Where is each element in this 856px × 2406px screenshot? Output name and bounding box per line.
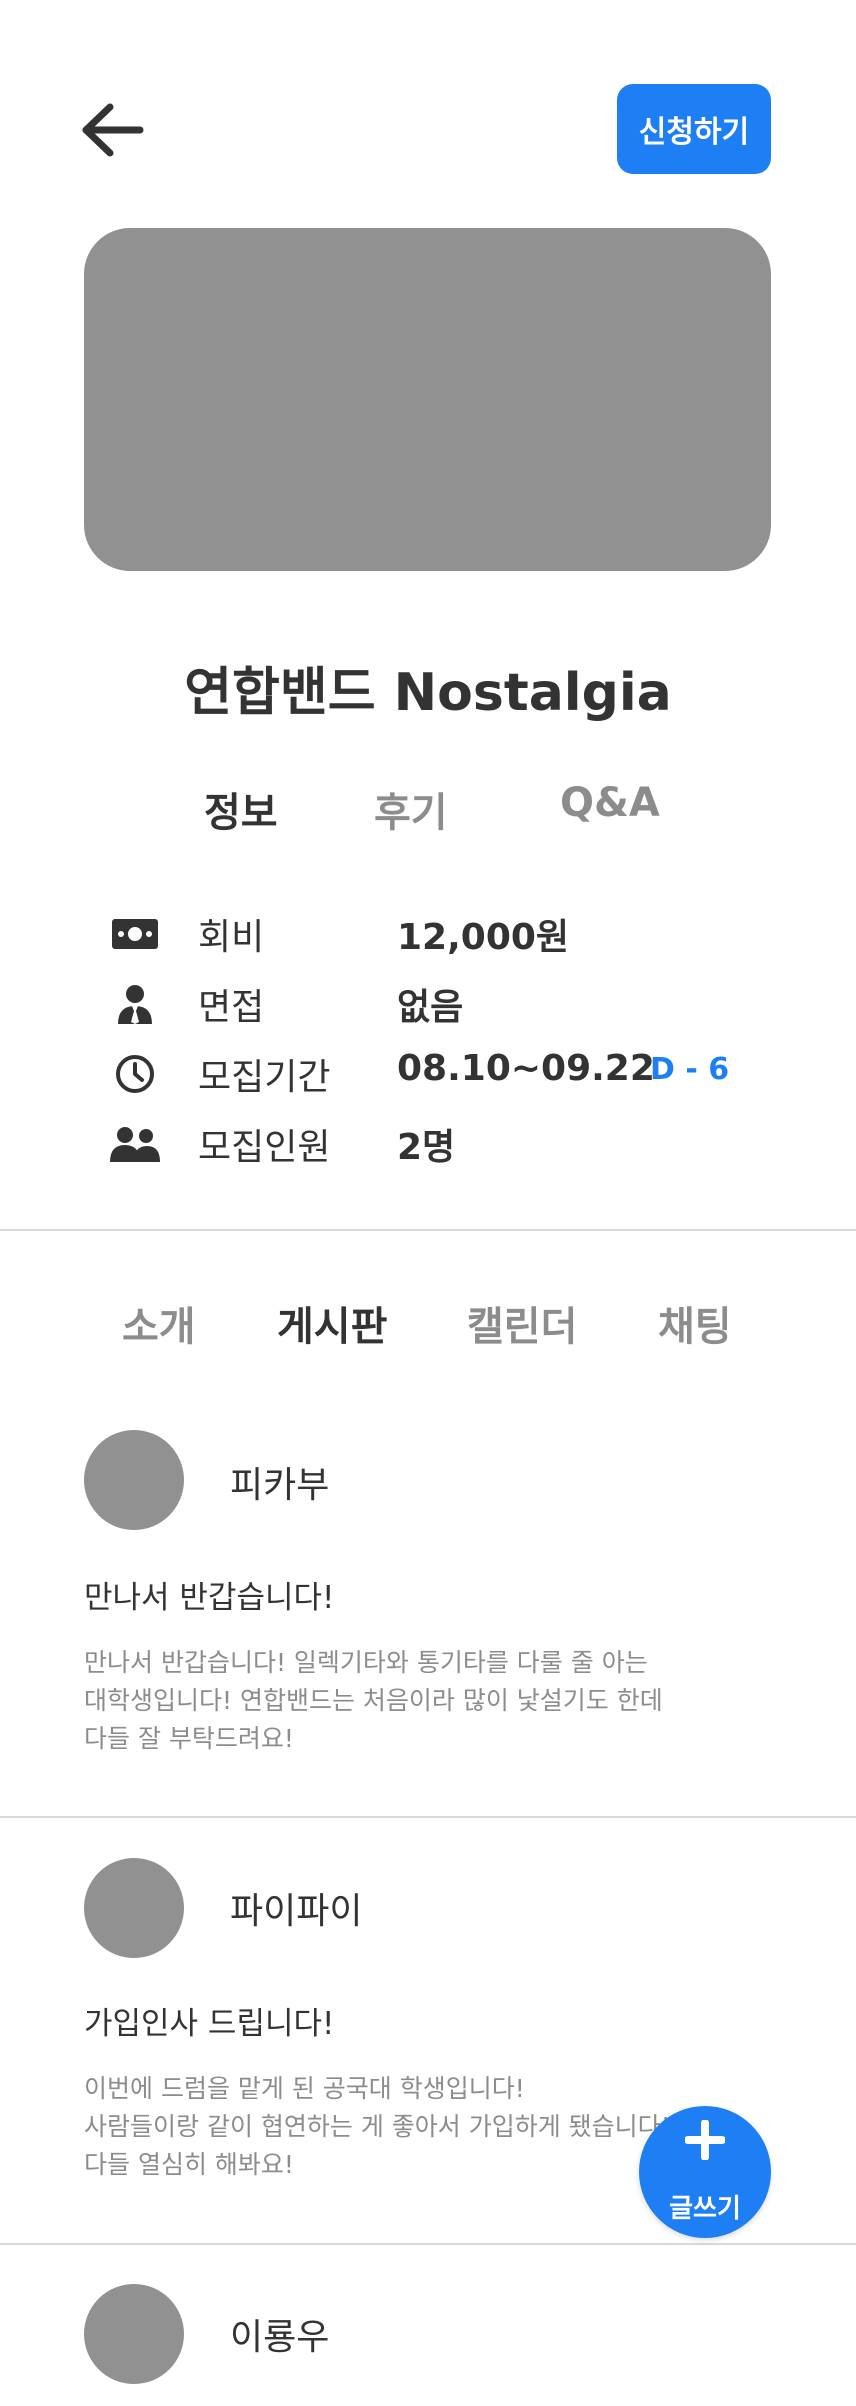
info-label: 모집기간 (198, 1057, 331, 1098)
money-icon (110, 912, 160, 956)
cover-image (84, 228, 771, 571)
person-icon (110, 982, 160, 1026)
tab-info[interactable]: 정보 (204, 780, 278, 838)
write-post-label: 글쓰기 (669, 2194, 741, 2224)
post-author[interactable]: 피카부 (230, 1456, 329, 1508)
tab-reviews[interactable]: 후기 (374, 780, 448, 838)
clock-icon (110, 1052, 160, 1096)
apply-button[interactable]: 신청하기 (617, 84, 771, 174)
back-button[interactable] (80, 100, 146, 160)
info-value: 2명 (397, 1127, 456, 1168)
group-title: 연합밴드 Nostalgia (184, 663, 672, 723)
info-value: 08.10~09.22 (397, 1048, 655, 1089)
write-post-button[interactable]: 글쓰기 (639, 2106, 771, 2238)
post-author[interactable]: 파이파이 (230, 1882, 362, 1934)
post-body-line: 다들 열심히 해봐요! (84, 2150, 294, 2179)
info-row-fee: 회비 12,000원 (110, 908, 810, 960)
post-body-line: 이번에 드럼을 맡게 된 공국대 학생입니다! (84, 2074, 525, 2103)
plus-icon (639, 2119, 771, 2164)
avatar[interactable] (84, 1430, 184, 1530)
post-body-line: 대학생입니다! 연합밴드는 처음이라 많이 낯설기도 한데 (84, 1686, 663, 1715)
info-row-interview: 면접 없음 (110, 978, 810, 1030)
post-body[interactable]: 만나서 반갑습니다! 일렉기타와 통기타를 다룰 줄 아는 대학생입니다! 연합… (84, 1644, 704, 1758)
post-body-line: 사람들이랑 같이 협연하는 게 좋아서 가입하게 됐습니다! (84, 2112, 671, 2141)
divider (0, 1229, 856, 1231)
info-label: 모집인원 (198, 1127, 331, 1168)
avatar[interactable] (84, 1858, 184, 1958)
tab-chat[interactable]: 채팅 (658, 1294, 732, 1352)
info-row-capacity: 모집인원 2명 (110, 1118, 810, 1170)
info-label: 회비 (198, 917, 265, 958)
tab-calendar[interactable]: 캘린더 (467, 1294, 577, 1352)
tab-qna[interactable]: Q&A (560, 780, 660, 826)
post-author[interactable]: 이룡우 (230, 2308, 329, 2360)
group-detail-page: 신청하기 연합밴드 Nostalgia 정보 후기 Q&A 회비 12,000원 (0, 0, 856, 2406)
info-value: 12,000원 (397, 917, 570, 958)
info-label: 면접 (198, 987, 265, 1028)
divider (0, 2243, 856, 2245)
post-body[interactable]: 이번에 드럼을 맡게 된 공국대 학생입니다! 사람들이랑 같이 협연하는 게 … (84, 2070, 704, 2184)
post-title[interactable]: 가입인사 드립니다! (84, 1998, 334, 2043)
arrow-left-icon (82, 103, 144, 157)
post-body-line: 다들 잘 부탁드려요! (84, 1724, 294, 1753)
divider (0, 1816, 856, 1818)
post-body-line: 만나서 반갑습니다! 일렉기타와 통기타를 다룰 줄 아는 (84, 1648, 648, 1677)
avatar[interactable] (84, 2284, 184, 2384)
post-title[interactable]: 만나서 반갑습니다! (84, 1572, 334, 1617)
tab-board[interactable]: 게시판 (277, 1294, 387, 1352)
people-icon (110, 1122, 160, 1166)
tab-intro[interactable]: 소개 (122, 1294, 196, 1352)
d-day-badge: D - 6 (650, 1052, 730, 1087)
info-value: 없음 (397, 987, 464, 1028)
info-row-period: 모집기간 08.10~09.22 D - 6 (110, 1048, 810, 1100)
